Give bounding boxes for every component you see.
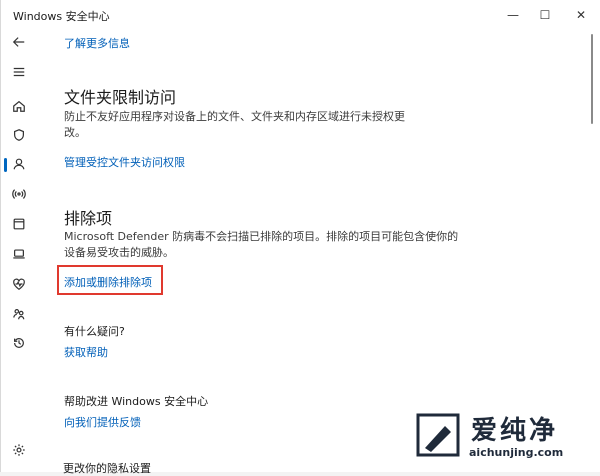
folder-access-title: 文件夹限制访问 [64,88,177,107]
scroll-thumb[interactable] [591,34,593,124]
minimize-button[interactable]: — [499,4,527,26]
menu-icon[interactable] [9,62,29,82]
heart-pulse-icon[interactable] [9,274,29,294]
title-bar: Windows 安全中心 — ☐ ✕ [1,0,600,30]
close-button[interactable]: ✕ [567,4,595,26]
watermark: 爱纯净 aichunjing.com [407,408,595,468]
manage-folder-access-link[interactable]: 管理受控文件夹访问权限 [64,154,185,170]
wireless-icon[interactable] [9,184,29,204]
sidebar-nav [1,30,37,472]
browser-window-icon[interactable] [9,214,29,234]
laptop-icon[interactable] [9,244,29,264]
add-remove-exclusions-link[interactable]: 添加或删除排除项 [64,274,152,290]
history-icon[interactable] [9,333,29,353]
maximize-button[interactable]: ☐ [531,4,559,26]
security-center-window: Windows 安全中心 — ☐ ✕ 了解更多信息 文件夹限制访问 防止不友好应… [0,0,600,475]
family-icon[interactable] [9,304,29,324]
settings-gear-icon[interactable] [9,440,29,460]
privacy-settings-title: 更改你的隐私设置 [63,462,151,475]
home-icon[interactable] [9,96,29,116]
folder-access-description: 防止不友好应用程序对设备上的文件、文件夹和内存区域进行未授权更改。 [64,110,405,139]
exclusions-title: 排除项 [64,209,113,228]
shield-icon[interactable] [9,125,29,145]
questions-title: 有什么疑问? [64,325,125,338]
window-title: Windows 安全中心 [13,10,110,23]
back-arrow-icon[interactable] [9,32,29,52]
active-indicator [4,158,7,172]
watermark-logo-icon [416,413,460,457]
watermark-brand: 爱纯净 [471,416,559,446]
watermark-url: aichunjing.com [469,446,564,459]
learn-more-link[interactable]: 了解更多信息 [64,35,130,51]
main-content: 了解更多信息 文件夹限制访问 防止不友好应用程序对设备上的文件、文件夹和内存区域… [37,30,585,475]
exclusions-description: Microsoft Defender 防病毒不会扫描已排除的项目。排除的项目可能… [64,230,459,259]
get-help-link[interactable]: 获取帮助 [64,344,108,360]
give-feedback-link[interactable]: 向我们提供反馈 [64,414,141,430]
improve-title: 帮助改进 Windows 安全中心 [64,395,209,408]
scrollbar[interactable] [589,30,595,460]
person-icon[interactable] [9,154,29,174]
